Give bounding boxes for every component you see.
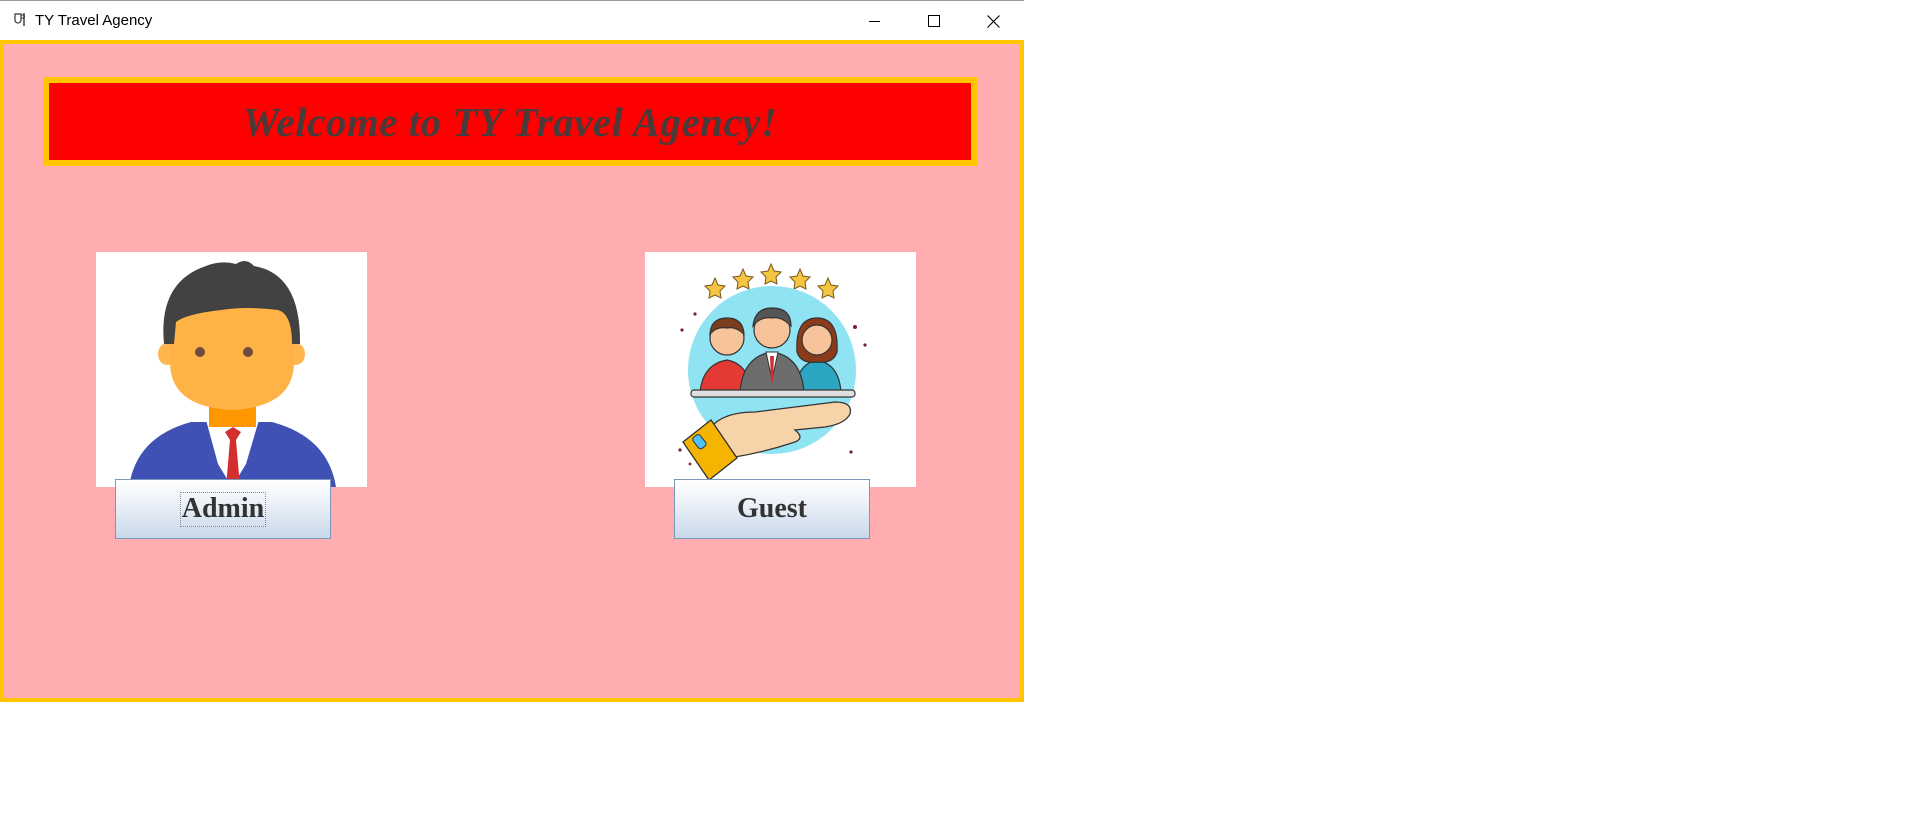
title-bar[interactable]: TY Travel Agency xyxy=(0,0,1024,40)
maximize-icon xyxy=(928,15,940,27)
welcome-banner: Welcome to TY Travel Agency! xyxy=(43,77,977,166)
minimize-button[interactable] xyxy=(846,1,904,41)
guest-button-label: Guest xyxy=(737,492,807,524)
maximize-button[interactable] xyxy=(905,1,963,41)
close-icon xyxy=(986,14,1000,28)
main-panel: Welcome to TY Travel Agency! xyxy=(0,40,1024,702)
guest-button[interactable]: Guest xyxy=(674,479,870,539)
admin-button[interactable]: Admin xyxy=(115,479,331,539)
app-window: TY Travel Agency Welcome to TY Travel Ag… xyxy=(0,0,1024,702)
java-cup-icon xyxy=(13,11,27,27)
close-button[interactable] xyxy=(964,1,1022,41)
window-title: TY Travel Agency xyxy=(35,12,153,29)
guest-customers-image xyxy=(645,252,916,487)
welcome-text: Welcome to TY Travel Agency! xyxy=(242,98,778,145)
admin-button-label: Admin xyxy=(179,491,267,527)
minimize-icon xyxy=(869,15,881,27)
admin-avatar-image xyxy=(96,252,367,487)
